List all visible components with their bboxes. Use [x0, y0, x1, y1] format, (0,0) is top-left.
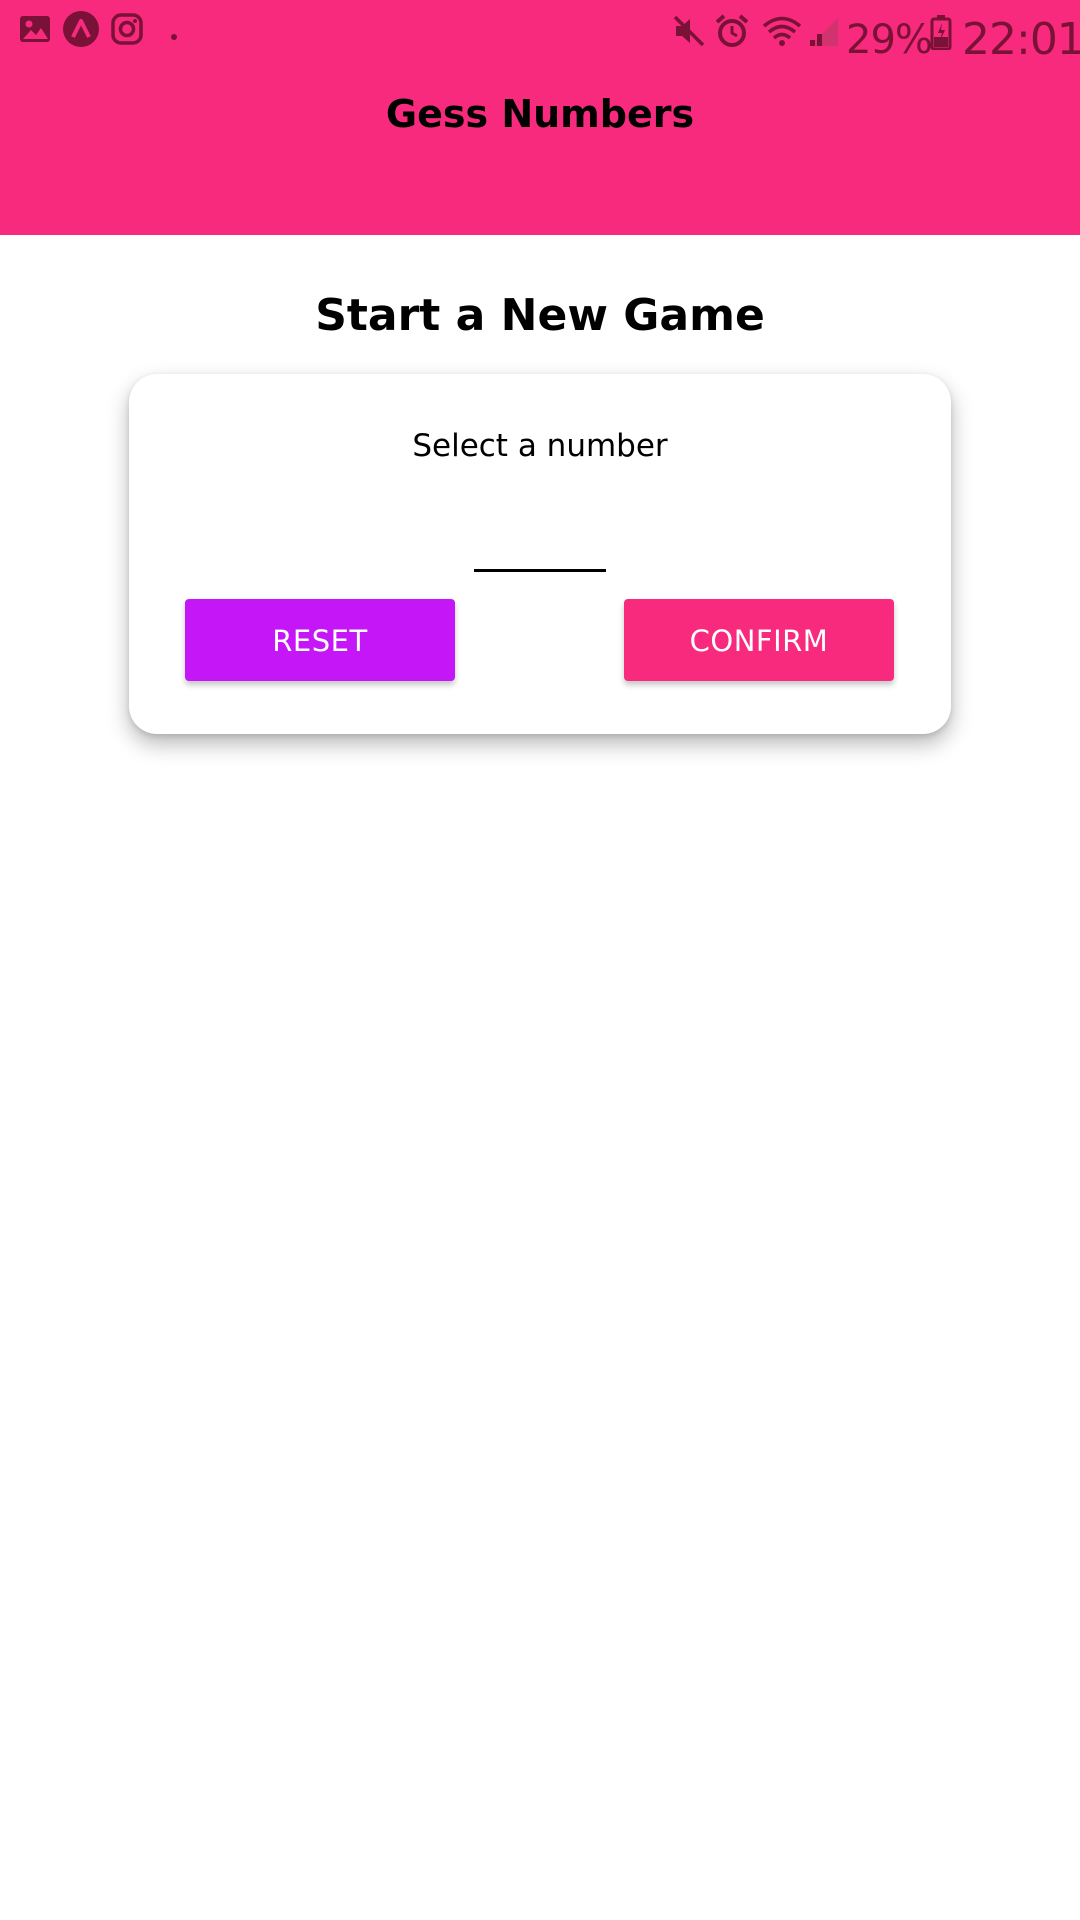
gallery-icon [18, 12, 52, 50]
alarm-icon [714, 13, 750, 53]
reset-button[interactable]: RESET [185, 599, 455, 681]
dot-icon [170, 26, 178, 45]
clock-time: 22:01 [962, 14, 1080, 65]
battery-icon [930, 14, 952, 54]
select-number-label: Select a number [412, 428, 668, 464]
confirm-button[interactable]: CONFIRM [624, 599, 894, 681]
app-header: 29% 22:01 Gess Numbers [0, 0, 1080, 235]
signal-icon [806, 16, 840, 52]
number-input[interactable] [474, 500, 606, 572]
page-title: Start a New Game [315, 290, 765, 341]
app-title: Gess Numbers [385, 92, 695, 136]
mute-icon [672, 14, 706, 52]
app-logo-icon [62, 10, 100, 52]
status-bar: 29% 22:01 [0, 0, 1080, 64]
start-game-card: Select a number RESET CONFIRM [129, 374, 951, 734]
battery-percent: 29% [846, 17, 933, 63]
instagram-icon [110, 12, 144, 50]
wifi-icon [762, 14, 802, 52]
status-right-icons: 29% 22:01 [672, 8, 1080, 64]
